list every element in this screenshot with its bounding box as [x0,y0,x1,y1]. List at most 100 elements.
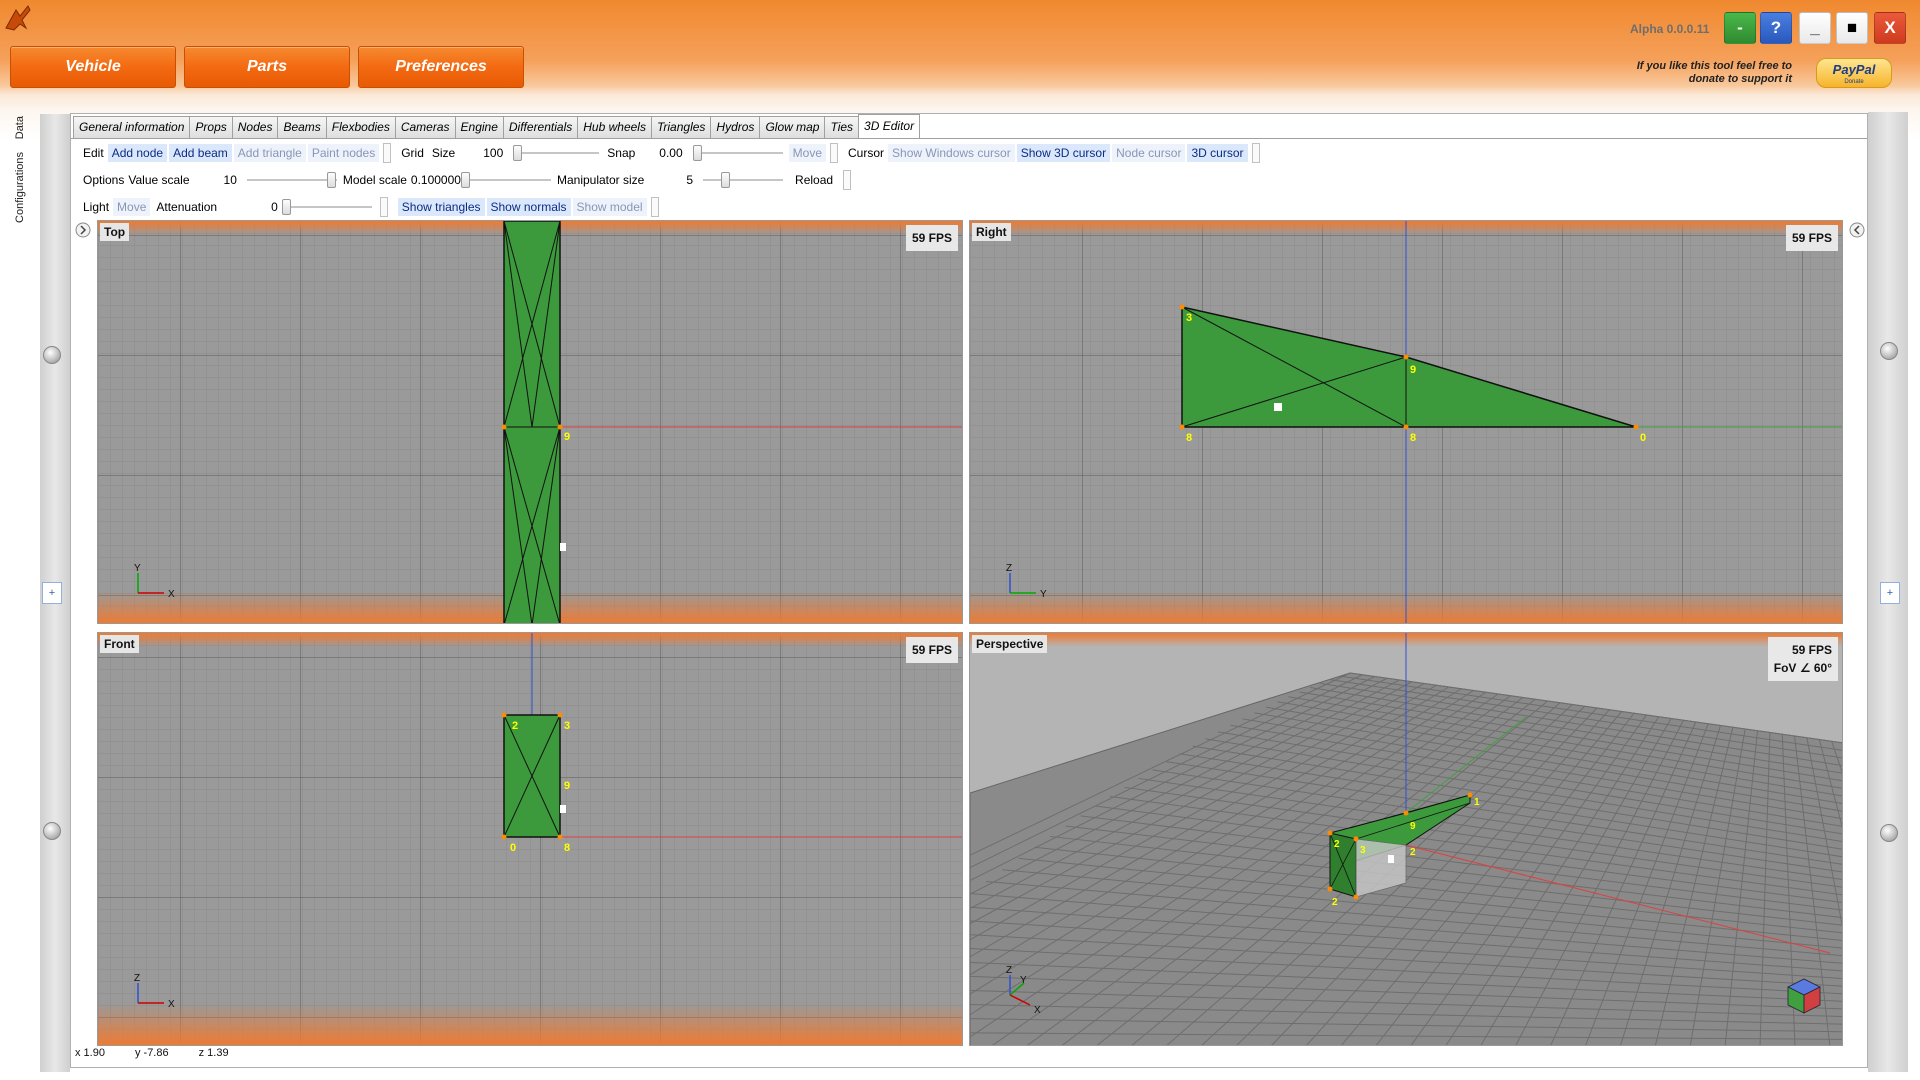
value-scale-slider[interactable] [246,172,337,188]
paypal-donate-button[interactable]: PayPal Donate [1816,58,1892,88]
left-knob-top[interactable] [43,346,61,364]
viewport-right[interactable]: 3 9 8 8 0 Z Y Right 59 FPS [969,220,1843,624]
tab-hub-wheels[interactable]: Hub wheels [577,116,652,138]
right-knob-bottom[interactable] [1880,824,1898,842]
version-label: Alpha 0.0.0.11 [1630,22,1710,36]
right-knob-top[interactable] [1880,342,1898,360]
axis-h-label: Y [1040,589,1047,600]
right-scroll-bar[interactable]: + [1868,112,1908,1072]
node-label: 8 [564,842,570,854]
left-knob-bottom[interactable] [43,822,61,840]
node-label: 3 [1360,845,1366,856]
node-label: 0 [510,842,516,854]
node-label: 1 [1474,797,1480,808]
donate-text: If you like this tool feel free to donat… [1636,60,1792,85]
preferences-button[interactable]: Preferences [358,46,524,88]
tab-general-information[interactable]: General information [73,116,191,138]
model-scale-label: Model scale [342,173,407,187]
viewport-label: Top [100,223,130,241]
viewport-top[interactable]: 9 Y X Top 59 FPS [97,220,963,624]
axis-h-label: X [168,589,175,600]
add-beam-button[interactable]: Add beam [169,144,232,162]
viewport-front[interactable]: 2 3 9 0 8 Z X Front 59 FPS [97,632,963,1046]
axis-v-label: Y [134,563,141,574]
fps-counter: 59 FPS [905,637,958,663]
tab-cameras[interactable]: Cameras [394,116,456,138]
light-move-button[interactable]: Move [113,198,151,216]
tab-3d-editor[interactable]: 3D Editor [858,114,921,138]
toolbar-row-light: Light Move Attenuation 0 Show triangles … [83,197,669,217]
status-z: z 1.39 [198,1047,229,1059]
manipulator-size-value: 5 [686,173,694,187]
vehicle-button[interactable]: Vehicle [10,46,176,88]
manipulator-size-label: Manipulator size [556,173,645,187]
view-group-end [650,197,659,217]
green-action-button[interactable]: - [1724,12,1756,44]
top-view-canvas[interactable]: 9 Y X [98,221,963,624]
viewport-perspective[interactable]: 2 3 9 2 2 1 Z Y X Perspective 59 FPS FoV… [969,632,1843,1046]
fps-counter: 59 FPS [905,225,958,251]
add-triangle-button[interactable]: Add triangle [233,144,306,162]
node-label: 3 [564,720,570,732]
right-view-canvas[interactable]: 3 9 8 8 0 Z Y [970,221,1843,624]
light-label: Light [83,200,110,214]
viewport-label: Perspective [972,635,1048,653]
show-windows-cursor-button[interactable]: Show Windows cursor [888,144,1015,162]
maximize-button[interactable]: ■ [1836,12,1868,44]
snap-slider[interactable] [692,145,783,161]
tab-flexbodies[interactable]: Flexbodies [325,116,396,138]
edit-label: Edit [83,146,104,160]
tab-glow-map[interactable]: Glow map [759,116,826,138]
close-button[interactable]: X [1874,12,1906,44]
node-label: 9 [1410,821,1416,832]
manipulator-size-slider[interactable] [703,172,784,188]
right-expand-icon[interactable]: + [1880,582,1900,604]
grid-size-slider[interactable] [513,145,600,161]
tab-props[interactable]: Props [189,116,233,138]
viewport-label: Right [972,223,1011,241]
model-scale-slider[interactable] [460,172,551,188]
side-tabs: Data Configurations [12,112,34,240]
show-normals-button[interactable]: Show normals [486,198,571,216]
cursor-3d-button[interactable]: 3D cursor [1187,144,1248,162]
front-view-canvas[interactable]: 2 3 9 0 8 Z X [98,633,963,1046]
app-logo-icon [5,5,31,31]
fov-readout: FoV ∠ 60° [1773,661,1832,675]
node-cursor-button[interactable]: Node cursor [1112,144,1186,162]
attenuation-value: 0 [271,200,278,214]
fps-fov-box: 59 FPS FoV ∠ 60° [1767,637,1838,681]
perspective-view-canvas[interactable]: 2 3 9 2 2 1 Z Y X [970,633,1843,1046]
show-triangles-button[interactable]: Show triangles [397,198,485,216]
side-tab-data[interactable]: Data [14,116,26,139]
status-y: y -7.86 [134,1047,169,1059]
tab-nodes[interactable]: Nodes [231,116,279,138]
tab-differentials[interactable]: Differentials [502,116,579,138]
help-button[interactable]: ? [1760,12,1792,44]
left-scroll-bar[interactable]: + [40,114,70,1072]
add-node-button[interactable]: Add node [107,144,168,162]
node-label: 9 [564,780,570,792]
tab-engine[interactable]: Engine [454,116,504,138]
attenuation-slider[interactable] [281,199,372,215]
grid-move-button[interactable]: Move [788,144,826,162]
left-nav-arrow-icon[interactable] [75,222,91,238]
paint-nodes-button[interactable]: Paint nodes [307,144,380,162]
reload-button[interactable]: Reload [795,173,833,187]
value-scale-value: 10 [223,173,237,187]
left-expand-icon[interactable]: + [42,582,62,604]
minimize-button[interactable]: _ [1799,12,1831,44]
right-nav-arrow-icon[interactable] [1849,222,1865,238]
node-label: 3 [1186,312,1192,324]
tab-beams[interactable]: Beams [277,116,327,138]
side-tab-configurations[interactable]: Configurations [14,152,26,223]
tab-hydros[interactable]: Hydros [710,116,761,138]
tab-triangles[interactable]: Triangles [650,116,712,138]
show-3d-cursor-button[interactable]: Show 3D cursor [1016,144,1111,162]
show-model-button[interactable]: Show model [572,198,647,216]
tab-ties[interactable]: Ties [824,116,860,138]
parts-button[interactable]: Parts [184,46,350,88]
axis-h-label: X [168,999,175,1010]
node-label: 2 [1332,897,1338,908]
axis-h-label: X [1034,1005,1041,1016]
node-label: 0 [1640,432,1646,444]
